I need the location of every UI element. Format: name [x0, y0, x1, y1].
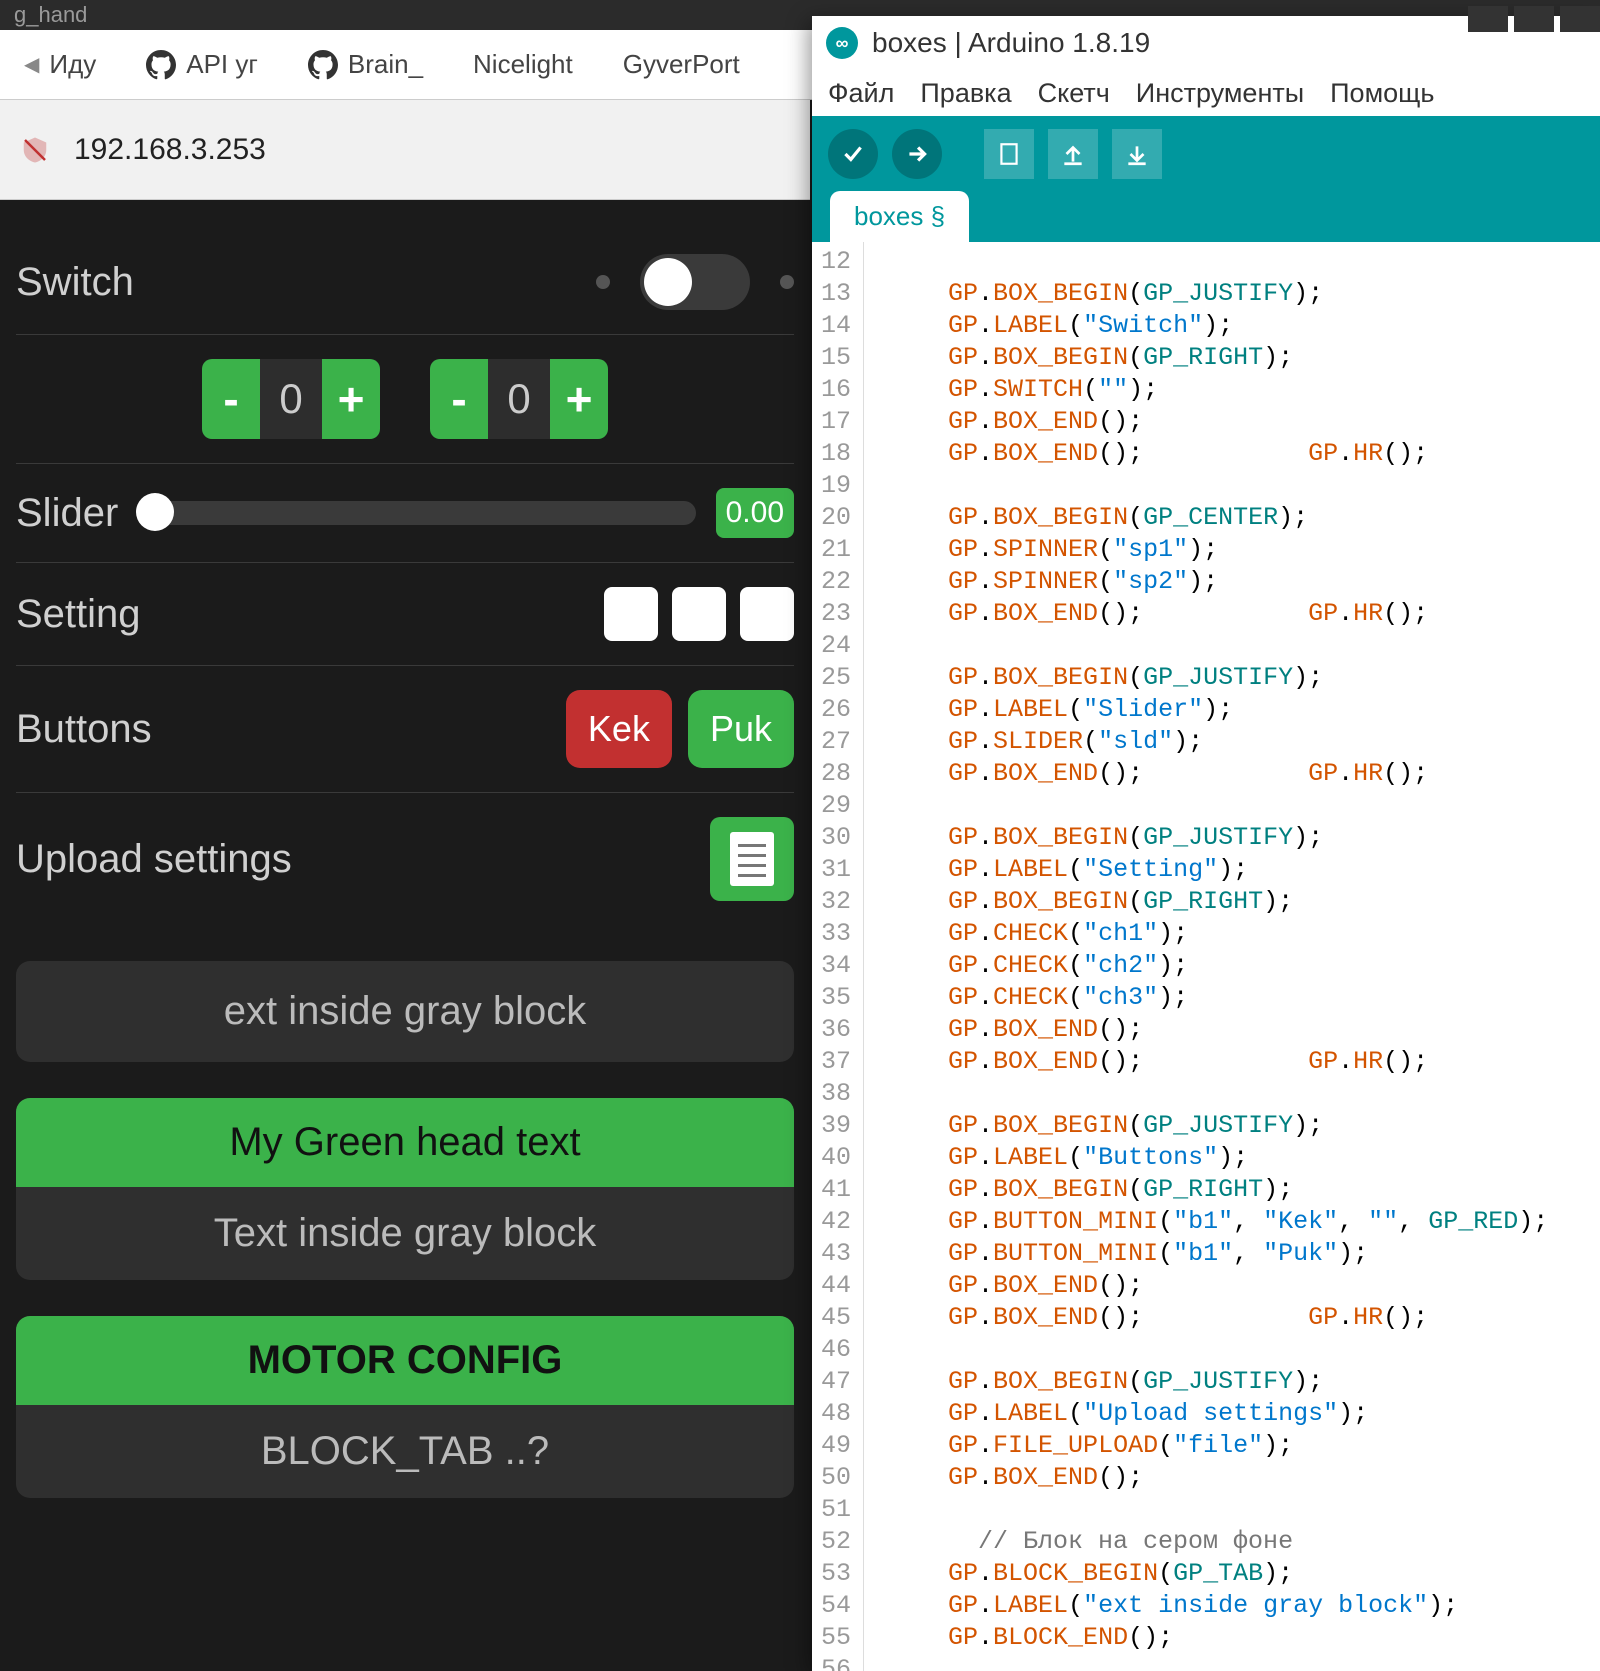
switch-label: Switch — [16, 260, 134, 305]
arduino-logo-icon: ∞ — [826, 27, 858, 59]
code-editor[interactable]: 1213141516171819202122232425262728293031… — [812, 242, 1600, 1671]
url-text: 192.168.3.253 — [74, 133, 266, 167]
sketch-tab[interactable]: boxes § — [830, 191, 969, 242]
document-icon — [730, 832, 774, 886]
address-bar[interactable]: 192.168.3.253 — [0, 100, 810, 200]
bookmark-label: GyverPort — [623, 49, 740, 80]
slider-value: 0.00 — [716, 488, 794, 538]
window-maximize-button[interactable] — [1514, 6, 1554, 32]
slider-label: Slider — [16, 491, 118, 536]
buttons-row: Buttons Kek Puk — [16, 666, 794, 793]
arrow-up-icon — [1060, 141, 1086, 167]
file-icon — [996, 141, 1022, 167]
switch-knob — [644, 258, 692, 306]
gray-block-2: My Green head text Text inside gray bloc… — [16, 1098, 794, 1280]
block-tab-text: BLOCK_TAB ..? — [16, 1405, 794, 1498]
arduino-menu-bar: Файл Правка Скетч Инструменты Помощь — [812, 70, 1600, 116]
setting-row: Setting — [16, 563, 794, 666]
code-area[interactable]: GP.BOX_BEGIN(GP_JUSTIFY); GP.LABEL("Swit… — [864, 242, 1600, 1671]
gray-block-text: ext inside gray block — [16, 961, 794, 1062]
github-icon — [308, 50, 338, 80]
spinner-value[interactable]: 0 — [260, 359, 322, 439]
gray-block-3: MOTOR CONFIG BLOCK_TAB ..? — [16, 1316, 794, 1498]
spinner-plus-button[interactable]: + — [322, 359, 380, 439]
buttons-label: Buttons — [16, 707, 152, 752]
chevron-left-icon: ◀ — [24, 52, 39, 77]
menu-edit[interactable]: Правка — [920, 78, 1011, 109]
bookmark-label: Иду — [49, 49, 96, 80]
line-gutter: 1213141516171819202122232425262728293031… — [812, 242, 864, 1671]
setting-label: Setting — [16, 592, 141, 637]
switch-row: Switch — [16, 230, 794, 335]
bookmark-item-4[interactable]: GyverPort — [623, 49, 740, 80]
github-icon — [146, 50, 176, 80]
spinner-plus-button[interactable]: + — [550, 359, 608, 439]
green-head-text: My Green head text — [16, 1098, 794, 1187]
bookmark-label: Brain_ — [348, 49, 423, 80]
window-minimize-button[interactable] — [1468, 6, 1508, 32]
menu-tools[interactable]: Инструменты — [1136, 78, 1304, 109]
dot-icon — [596, 275, 610, 289]
bookmark-item-2[interactable]: Brain_ — [308, 49, 423, 80]
arduino-window: ∞ boxes | Arduino 1.8.19 Файл Правка Ске… — [812, 16, 1600, 1671]
bookmark-item-1[interactable]: API уг — [146, 49, 258, 80]
slider[interactable] — [138, 501, 695, 525]
puk-button[interactable]: Puk — [688, 690, 794, 768]
browser-tab-title[interactable]: g_hand — [14, 2, 87, 27]
new-sketch-button[interactable] — [984, 129, 1034, 179]
motor-config-head: MOTOR CONFIG — [16, 1316, 794, 1405]
menu-sketch[interactable]: Скетч — [1038, 78, 1110, 109]
spinner-minus-button[interactable]: - — [430, 359, 488, 439]
checkbox-2[interactable] — [672, 587, 726, 641]
kek-button[interactable]: Kek — [566, 690, 672, 768]
gray-block-1: ext inside gray block — [16, 961, 794, 1062]
bookmark-item-0[interactable]: ◀ Иду — [24, 49, 96, 80]
arduino-tool-bar — [812, 116, 1600, 192]
window-close-button[interactable] — [1560, 6, 1600, 32]
save-sketch-button[interactable] — [1112, 129, 1162, 179]
verify-button[interactable] — [828, 129, 878, 179]
arrow-down-icon — [1124, 141, 1150, 167]
spinner-2: - 0 + — [430, 359, 608, 439]
file-upload-button[interactable] — [710, 817, 794, 901]
upload-button[interactable] — [892, 129, 942, 179]
bookmark-label: Nicelight — [473, 49, 573, 80]
arduino-title-bar: ∞ boxes | Arduino 1.8.19 — [812, 16, 1600, 70]
arrow-right-icon — [904, 141, 930, 167]
checkbox-3[interactable] — [740, 587, 794, 641]
arduino-title: boxes | Arduino 1.8.19 — [872, 27, 1150, 59]
spinner-value[interactable]: 0 — [488, 359, 550, 439]
arduino-tabs-bar: boxes § — [812, 192, 1600, 242]
slider-row: Slider 0.00 — [16, 464, 794, 563]
slider-knob[interactable] — [136, 493, 174, 531]
web-ui-panel: Switch - 0 + - 0 + Slider 0.00 Setting — [0, 200, 810, 1671]
dot-icon — [780, 275, 794, 289]
open-sketch-button[interactable] — [1048, 129, 1098, 179]
upload-row: Upload settings — [16, 793, 794, 925]
checkbox-1[interactable] — [604, 587, 658, 641]
spinners-row: - 0 + - 0 + — [16, 335, 794, 464]
bookmark-label: API уг — [186, 49, 258, 80]
watermark: Somon.tj — [1422, 1618, 1580, 1661]
menu-help[interactable]: Помощь — [1330, 78, 1434, 109]
bookmark-item-3[interactable]: Nicelight — [473, 49, 573, 80]
not-secure-icon — [20, 135, 50, 165]
check-icon — [840, 141, 866, 167]
gray-block-text: Text inside gray block — [16, 1187, 794, 1280]
upload-label: Upload settings — [16, 837, 292, 882]
spinner-1: - 0 + — [202, 359, 380, 439]
switch-toggle[interactable] — [640, 254, 750, 310]
menu-file[interactable]: Файл — [828, 78, 894, 109]
spinner-minus-button[interactable]: - — [202, 359, 260, 439]
